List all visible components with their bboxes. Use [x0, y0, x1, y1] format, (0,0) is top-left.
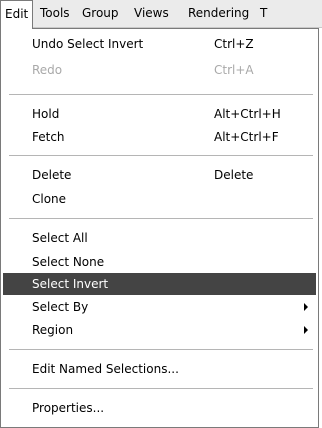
menu-item-label: Select All — [32, 231, 88, 245]
menubar-views[interactable]: Views — [134, 0, 169, 28]
menu-item-select-all[interactable]: Select All — [3, 227, 316, 249]
menu-item-redo: Redo Ctrl+A — [3, 59, 316, 81]
menu-item-label: Properties... — [32, 401, 105, 415]
menu-item-hold[interactable]: Hold Alt+Ctrl+H — [3, 103, 316, 125]
submenu-arrow-icon — [304, 326, 308, 334]
edit-menu-dropdown: Undo Select Invert Ctrl+Z Redo Ctrl+A Ho… — [0, 28, 319, 428]
menu-item-shortcut: Alt+Ctrl+F — [214, 130, 279, 144]
menu-item-properties[interactable]: Properties... — [3, 397, 316, 419]
menu-item-label: Select None — [32, 255, 105, 269]
menu-item-delete[interactable]: Delete Delete — [3, 164, 316, 186]
menu-separator — [9, 349, 313, 351]
menu-item-select-none[interactable]: Select None — [3, 251, 316, 273]
menu-item-shortcut: Alt+Ctrl+H — [214, 107, 281, 121]
menubar-group[interactable]: Group — [82, 0, 119, 28]
menu-item-label: Undo Select Invert — [32, 37, 144, 51]
menu-item-label: Select Invert — [32, 277, 109, 291]
menu-item-select-invert[interactable]: Select Invert — [3, 273, 316, 295]
menu-item-region[interactable]: Region — [3, 319, 316, 341]
menubar-truncated[interactable]: T — [260, 0, 267, 28]
menu-item-clone[interactable]: Clone — [3, 188, 316, 210]
submenu-arrow-icon — [304, 303, 308, 311]
menu-item-shortcut: Ctrl+Z — [214, 37, 254, 51]
menu-item-fetch[interactable]: Fetch Alt+Ctrl+F — [3, 126, 316, 148]
menu-separator — [9, 388, 313, 390]
menu-item-label: Hold — [32, 107, 60, 121]
menu-item-edit-named-selections[interactable]: Edit Named Selections... — [3, 358, 316, 380]
menu-bar: Edit Tools Group Views Rendering T — [0, 0, 322, 29]
menu-separator — [9, 155, 313, 157]
menu-separator — [9, 94, 313, 96]
menubar-tools[interactable]: Tools — [40, 0, 70, 28]
menu-item-select-by[interactable]: Select By — [3, 296, 316, 318]
menubar-edit[interactable]: Edit — [0, 0, 34, 29]
menu-item-label: Edit Named Selections... — [32, 362, 179, 376]
menu-item-label: Clone — [32, 192, 67, 206]
menu-item-label: Select By — [32, 300, 89, 314]
menu-item-shortcut: Delete — [214, 168, 254, 182]
menu-item-undo[interactable]: Undo Select Invert Ctrl+Z — [3, 33, 316, 55]
menu-item-shortcut: Ctrl+A — [214, 63, 254, 77]
menubar-rendering[interactable]: Rendering — [188, 0, 249, 28]
menu-separator — [9, 218, 313, 220]
menu-item-label: Fetch — [32, 130, 65, 144]
menu-item-label: Redo — [32, 63, 63, 77]
menu-item-label: Region — [32, 323, 74, 337]
menu-item-label: Delete — [32, 168, 72, 182]
